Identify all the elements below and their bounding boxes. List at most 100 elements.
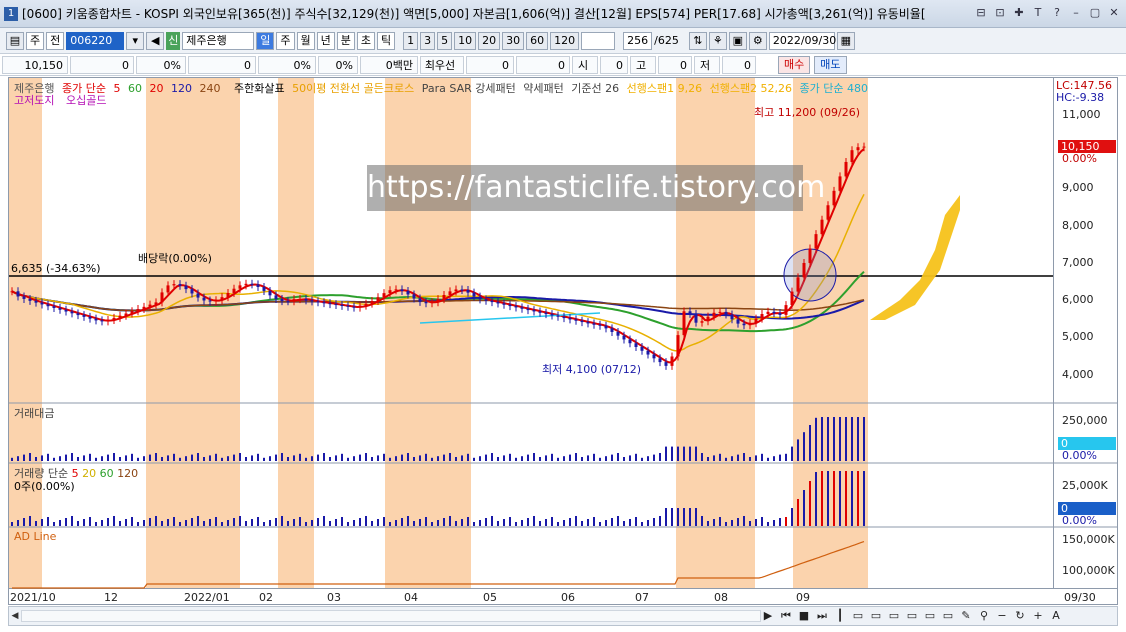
candle-body: [202, 297, 206, 301]
volume-bar: [287, 521, 289, 526]
ad-pane-title[interactable]: AD Line: [14, 530, 56, 543]
legend-arrow[interactable]: 주한화살표: [234, 82, 285, 95]
layout-e-icon[interactable]: ▭: [923, 608, 937, 624]
candle-body: [124, 313, 128, 316]
candle-body: [148, 304, 152, 307]
amount-bar: [77, 457, 79, 461]
volume-bar: [485, 518, 487, 526]
amount-pane-title[interactable]: 거래대금: [14, 405, 54, 421]
drag-icon[interactable]: ┃: [833, 608, 847, 624]
candle-body: [178, 284, 182, 286]
amount-bar: [833, 417, 835, 461]
legend-bearish[interactable]: 약세패턴: [523, 82, 563, 95]
candle-body: [718, 311, 722, 313]
amount-bar: [137, 457, 139, 461]
scroll-track[interactable]: [21, 610, 761, 622]
legend-doji[interactable]: 고저도지: [14, 94, 54, 107]
amount-bar: [551, 453, 553, 461]
volume-bar: [239, 516, 241, 526]
volume-bar: [563, 520, 565, 526]
legend-base-line[interactable]: 기준선 26: [571, 82, 619, 95]
layout-d-icon[interactable]: ▭: [905, 608, 919, 624]
candle-body: [46, 304, 50, 307]
layout-f-icon[interactable]: ▭: [941, 608, 955, 624]
amount-bar: [203, 457, 205, 461]
candle-body: [694, 313, 698, 323]
candle-body: [400, 289, 404, 291]
layout-a-icon[interactable]: ▭: [851, 608, 865, 624]
candle-body: [310, 300, 314, 302]
candle-body: [280, 299, 284, 302]
layout-c-icon[interactable]: ▭: [887, 608, 901, 624]
amount-bar: [479, 456, 481, 461]
rotate-icon[interactable]: ↻: [1013, 608, 1027, 624]
amount-bar: [791, 446, 793, 461]
legend-span2[interactable]: 선행스팬2 52,26: [710, 82, 792, 95]
volume-pct: 0.00%: [1062, 514, 1097, 527]
scroll-right-icon[interactable]: ▶: [761, 608, 775, 624]
candle-body: [358, 305, 362, 308]
legend-span1[interactable]: 선행스팬1 9,26: [627, 82, 702, 95]
legend-golden-cross[interactable]: 50이평 전환선 골든크로스: [292, 82, 414, 95]
amount-bar: [425, 453, 427, 461]
zoom-out-icon[interactable]: −: [995, 608, 1009, 624]
amount-bar: [737, 454, 739, 461]
volume-bar: [461, 519, 463, 526]
x-label: 06: [561, 591, 575, 604]
amount-bar: [593, 453, 595, 461]
amount-bar: [647, 456, 649, 461]
candle-body: [40, 302, 44, 305]
candle-body: [418, 298, 422, 302]
amount-bar: [605, 456, 607, 461]
candle-body: [844, 161, 848, 177]
candle-body: [616, 331, 620, 336]
font-size-icon[interactable]: A: [1049, 608, 1063, 624]
volume-bar: [857, 471, 859, 526]
volume-bar: [419, 519, 421, 526]
high-annotation: 최고 11,200 (09/26): [754, 106, 861, 119]
amount-bar: [437, 456, 439, 461]
amount-bar: [485, 454, 487, 461]
candle-body: [706, 316, 710, 322]
legend-fifty-gold[interactable]: 오십골드: [66, 94, 106, 107]
zoom-icon[interactable]: ⚲: [977, 608, 991, 624]
amount-bar: [743, 453, 745, 461]
amount-bar: [149, 454, 151, 461]
candle-body: [640, 347, 644, 351]
draw-icon[interactable]: ✎: [959, 608, 973, 624]
volume-bar: [605, 520, 607, 526]
candle-body: [598, 324, 602, 326]
candle-body: [220, 297, 224, 301]
volume-bar: [155, 516, 157, 526]
amount-bar: [857, 417, 859, 461]
amount-bar: [389, 457, 391, 461]
forward-icon[interactable]: ⏭: [815, 608, 829, 624]
volume-bar: [335, 519, 337, 526]
low-annotation: 최저 4,100 (07/12): [542, 363, 642, 376]
candle-body: [550, 314, 554, 316]
stop-icon[interactable]: ■: [797, 608, 811, 624]
candle-body: [562, 316, 566, 319]
volume-bar: [617, 516, 619, 526]
legend-ma480[interactable]: 종가 단순 480: [800, 82, 868, 95]
layout-b-icon[interactable]: ▭: [869, 608, 883, 624]
volume-bar: [119, 521, 121, 526]
volume-bar: [365, 516, 367, 526]
volume-bar: [821, 471, 823, 526]
volume-bar: [317, 518, 319, 526]
volume-bar: [725, 522, 727, 526]
legend-parasar[interactable]: Para SAR 강세패턴: [422, 82, 516, 95]
volume-bar: [413, 521, 415, 526]
candle-body: [406, 290, 410, 295]
amount-bar: [761, 453, 763, 461]
volume-ma120: 120: [117, 467, 139, 480]
zoom-in-icon[interactable]: +: [1031, 608, 1045, 624]
volume-bar: [125, 519, 127, 526]
candle-body: [724, 311, 728, 315]
rewind-icon[interactable]: ⏮: [779, 608, 793, 624]
amount-bar: [539, 457, 541, 461]
scroll-left-icon[interactable]: ◀: [9, 609, 21, 623]
chart-scrollbar[interactable]: ◀ ▶ ⏮ ■ ⏭ ┃ ▭ ▭ ▭ ▭ ▭ ▭ ✎ ⚲ − ↻ + A: [8, 606, 1118, 626]
candle-body: [172, 284, 176, 286]
candle-body: [760, 314, 764, 319]
